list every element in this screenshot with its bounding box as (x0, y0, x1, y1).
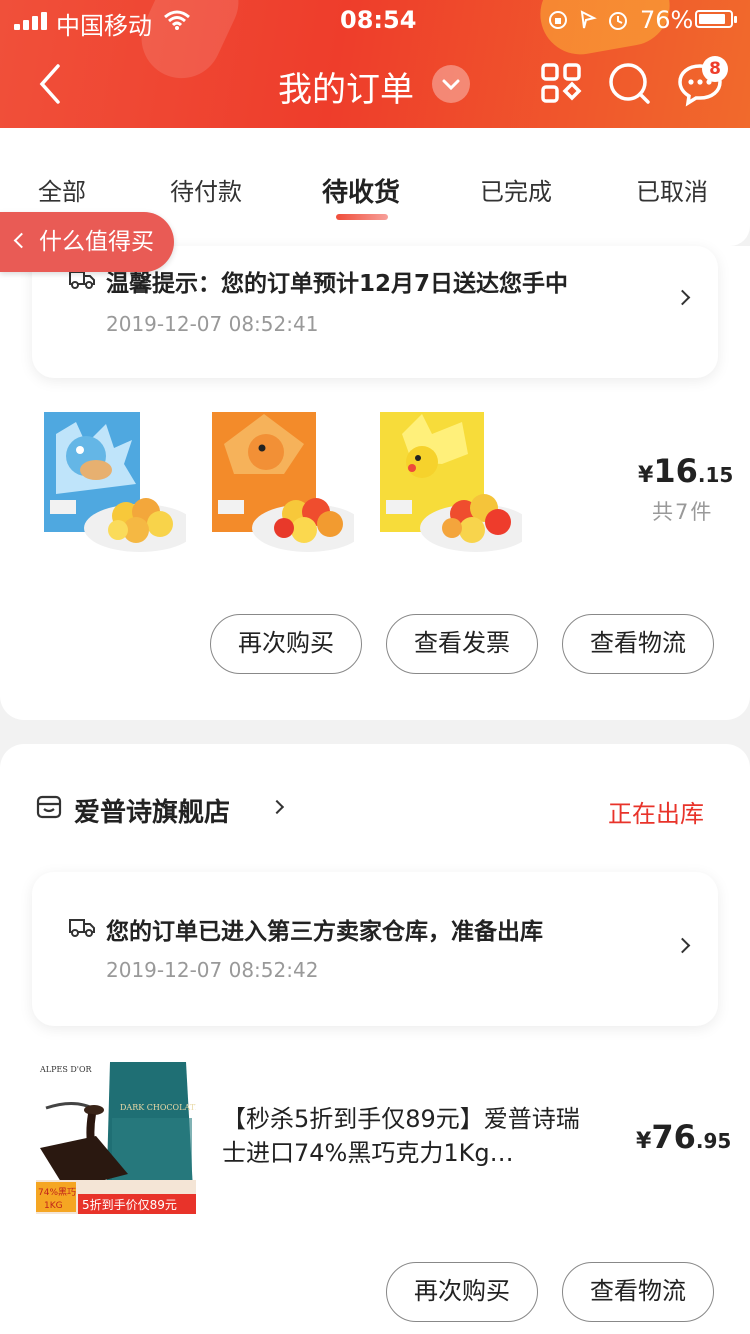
chevron-down-icon[interactable] (432, 65, 470, 103)
order-1-price: ¥16.15 (638, 452, 733, 490)
order-2-price: ¥76.95 (636, 1118, 731, 1156)
product-image-dark-chocolate[interactable]: ALPES D'OR DARK CHOCOLATE 74%黑巧 1KG 5折到手… (36, 1058, 196, 1214)
page-title[interactable]: 我的订单 (278, 62, 414, 111)
message-badge: 8 (702, 56, 728, 82)
buy-again-button[interactable]: 再次购买 (386, 1262, 538, 1322)
notice-timestamp: 2019-12-07 08:52:41 (106, 312, 319, 336)
chevron-left-icon (13, 232, 30, 249)
item-count: 共7件 (652, 500, 714, 524)
tab-pending-receipt[interactable]: 待收货 (322, 172, 400, 209)
view-logistics-button[interactable]: 查看物流 (562, 614, 714, 674)
back-arrow-icon[interactable] (28, 58, 72, 110)
signal-icon (14, 12, 50, 30)
tab-all[interactable]: 全部 (38, 172, 86, 207)
order-status: 正在出库 (608, 800, 704, 828)
tab-cancelled[interactable]: 已取消 (636, 172, 708, 207)
price-integer: 76 (651, 1118, 696, 1156)
status-icons (549, 10, 627, 30)
view-invoice-button[interactable]: 查看发票 (386, 614, 538, 674)
active-tab-indicator (336, 214, 388, 220)
logistics-notice[interactable]: 您的订单已进入第三方卖家仓库，准备出库 2019-12-07 08:52:42 (32, 872, 718, 1026)
search-icon[interactable] (606, 60, 654, 108)
image-tag-1: 74%黑巧 (38, 1187, 76, 1198)
tab-pending-payment[interactable]: 待付款 (170, 172, 242, 207)
tab-completed[interactable]: 已完成 (480, 172, 552, 207)
notice-timestamp: 2019-12-07 08:52:42 (106, 958, 319, 982)
carrier-name: 中国移动 (56, 12, 152, 40)
battery-percent: 76% (640, 6, 694, 34)
back-to-app-label: 什么值得买 (39, 229, 154, 255)
currency-symbol: ¥ (638, 463, 654, 488)
status-bar: 中国移动 08:54 76% (0, 0, 750, 40)
price-integer: 16 (653, 452, 698, 490)
chevron-right-icon[interactable] (269, 799, 285, 815)
chevron-right-icon (674, 289, 691, 306)
product-image-squirtle-gummies[interactable] (36, 404, 186, 562)
shop-name[interactable]: 爱普诗旗舰店 (74, 792, 230, 829)
price-decimal: .95 (695, 1129, 732, 1153)
image-promo-text: 5折到手价仅89元 (82, 1197, 177, 1212)
clock: 08:54 (340, 6, 417, 34)
grid-menu-icon[interactable] (538, 60, 586, 108)
header-bar: 中国移动 08:54 76% 我的订单 8 (0, 0, 750, 128)
pack-label: DARK CHOCOLATE (120, 1103, 196, 1112)
price-decimal: .15 (697, 463, 734, 487)
chevron-right-icon (674, 937, 691, 954)
brand-logo-text: ALPES D'OR (39, 1065, 93, 1074)
product-image-charmander-gummies[interactable] (204, 404, 354, 562)
view-logistics-button[interactable]: 查看物流 (562, 1262, 714, 1322)
store-icon (36, 795, 62, 819)
notice-text: 您的订单已进入第三方卖家仓库，准备出库 (106, 919, 543, 945)
battery-icon (695, 10, 737, 28)
product-image-pikachu-gummies[interactable] (372, 404, 522, 562)
product-title[interactable]: 【秒杀5折到手仅89元】爱普诗瑞士进口74%黑巧克力1Kg… (222, 1102, 602, 1170)
notice-text: 温馨提示：您的订单预计12月7日送达您手中 (106, 271, 569, 297)
buy-again-button[interactable]: 再次购买 (210, 614, 362, 674)
truck-icon (69, 919, 95, 937)
currency-symbol: ¥ (636, 1129, 652, 1154)
back-to-app-tag[interactable]: 什么值得买 (0, 212, 174, 272)
order-card-2: 爱普诗旗舰店 正在出库 您的订单已进入第三方卖家仓库，准备出库 2019-12-… (0, 744, 750, 1334)
wifi-icon (164, 10, 190, 30)
image-tag-2: 1KG (44, 1201, 63, 1211)
